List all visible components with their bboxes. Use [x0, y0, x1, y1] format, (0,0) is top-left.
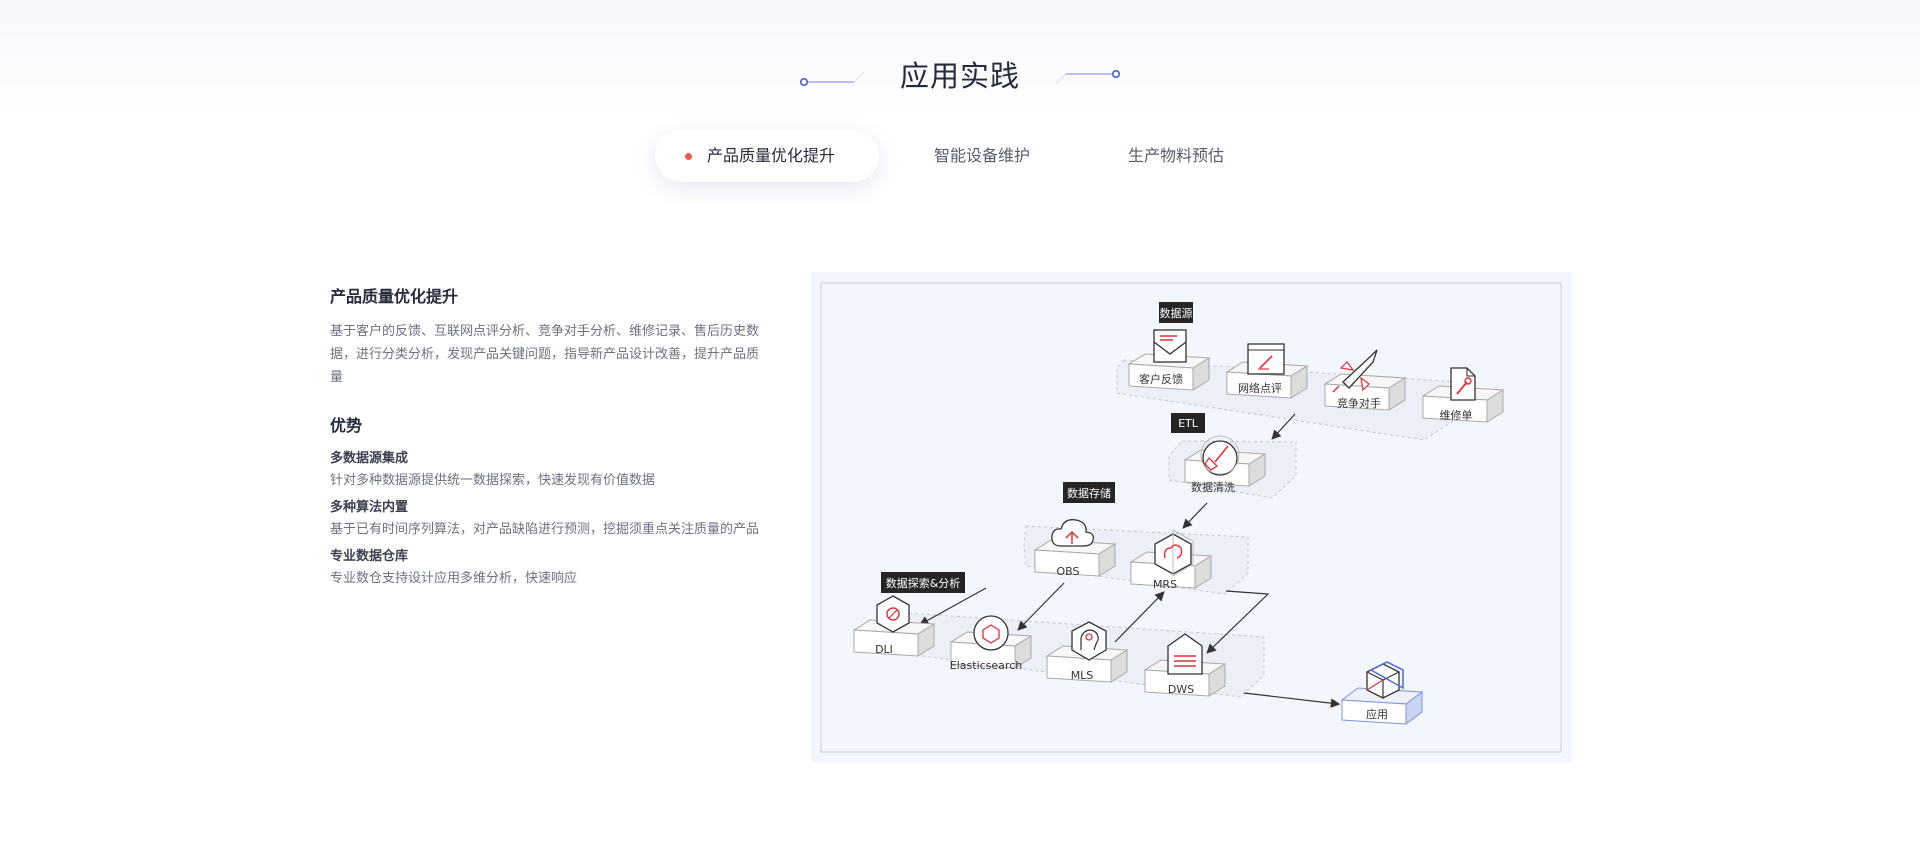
- svg-text:维修单: 维修单: [1440, 408, 1473, 422]
- group-label-etl: ETL: [1171, 413, 1205, 433]
- advantages-heading: 优势: [330, 416, 363, 435]
- tab-label: 生产物料预估: [1128, 146, 1225, 165]
- advantage-desc: 基于已有时间序列算法，对产品缺陷进行预测，挖掘须重点关注质量的产品: [330, 522, 760, 537]
- advantage-title: 专业数据仓库: [330, 549, 409, 564]
- node-application: 应用: [1340, 661, 1424, 725]
- scenario-tabs: 产品质量优化提升 智能设备维护 生产物料预估: [0, 130, 1920, 186]
- svg-text:ETL: ETL: [1178, 417, 1199, 430]
- advantage-desc: 专业数仓支持设计应用多维分析，快速响应: [330, 571, 578, 586]
- section-header: 应用实践: [0, 56, 1920, 96]
- node-customer-feedback: 客户反馈: [1127, 329, 1211, 391]
- group-label-storage: 数据存储: [1063, 482, 1115, 503]
- tab-product-quality[interactable]: 产品质量优化提升: [655, 130, 879, 182]
- tab-material-forecast[interactable]: 生产物料预估: [1128, 130, 1224, 182]
- mail-icon: [1153, 329, 1187, 363]
- advantages-list: 多数据源集成 针对多种数据源提供统一数据探索，快速发现有价值数据 多种算法内置 …: [330, 449, 770, 590]
- svg-text:竞争对手: 竞争对手: [1337, 396, 1381, 410]
- browser-icon: [1247, 343, 1285, 375]
- tab-label: 产品质量优化提升: [707, 146, 836, 165]
- advantage-title: 多种算法内置: [330, 500, 409, 515]
- svg-text:网络点评: 网络点评: [1238, 381, 1282, 395]
- broom-icon: [1200, 435, 1240, 476]
- active-tab-dot: [685, 153, 692, 160]
- advantage-item: 专业数据仓库 专业数仓支持设计应用多维分析，快速响应: [330, 547, 770, 590]
- svg-text:DWS: DWS: [1168, 683, 1194, 696]
- wrench-icon: [1450, 367, 1476, 401]
- svg-text:MRS: MRS: [1153, 578, 1177, 591]
- cloud-icon: [1051, 519, 1094, 547]
- svg-text:DLI: DLI: [875, 643, 893, 656]
- svg-text:数据存储: 数据存储: [1067, 486, 1111, 500]
- node-online-review: 网络点评: [1225, 343, 1309, 399]
- node-repair-order: 维修单: [1421, 367, 1505, 423]
- svg-text:Elasticsearch: Elasticsearch: [950, 659, 1022, 672]
- page-title: 应用实践: [899, 59, 1020, 93]
- elasticsearch-icon: [973, 615, 1009, 651]
- node-dli: DLI: [852, 595, 936, 657]
- scenario-description-text: 基于客户的反馈、互联网点评分析、竞争对手分析、维修记录、售后历史数据，进行分类分…: [330, 324, 760, 385]
- advantage-item: 多种算法内置 基于已有时间序列算法，对产品缺陷进行预测，挖掘须重点关注质量的产品: [330, 498, 770, 541]
- advantage-title: 多数据源集成: [330, 451, 409, 466]
- svg-text:MLS: MLS: [1071, 669, 1094, 682]
- group-label-analysis: 数据探索&分析: [881, 572, 965, 593]
- group-label-source: 数据源: [1159, 302, 1193, 323]
- advantage-item: 多数据源集成 针对多种数据源提供统一数据探索，快速发现有价值数据: [330, 449, 770, 492]
- node-competitor: 竞争对手: [1323, 349, 1407, 411]
- tab-label: 智能设备维护: [934, 146, 1031, 165]
- architecture-diagram: 数据源 ETL 数据存储 数据探索&分析 客户反馈 网络点评 竞争对手 维修单 …: [811, 272, 1572, 762]
- scenario-description: 产品质量优化提升 基于客户的反馈、互联网点评分析、竞争对手分析、维修记录、售后历…: [330, 286, 770, 596]
- advantage-desc: 针对多种数据源提供统一数据探索，快速发现有价值数据: [330, 473, 656, 488]
- svg-text:客户反馈: 客户反馈: [1139, 372, 1183, 386]
- svg-text:数据源: 数据源: [1160, 306, 1193, 320]
- scenario-heading: 产品质量优化提升: [330, 287, 459, 306]
- svg-text:数据探索&分析: 数据探索&分析: [886, 576, 961, 590]
- svg-text:OBS: OBS: [1057, 565, 1080, 578]
- title-right-decoration: [1055, 70, 1120, 85]
- svg-text:应用: 应用: [1366, 707, 1388, 721]
- tab-device-maintenance[interactable]: 智能设备维护: [934, 130, 1030, 182]
- svg-text:数据清洗: 数据清洗: [1191, 480, 1235, 494]
